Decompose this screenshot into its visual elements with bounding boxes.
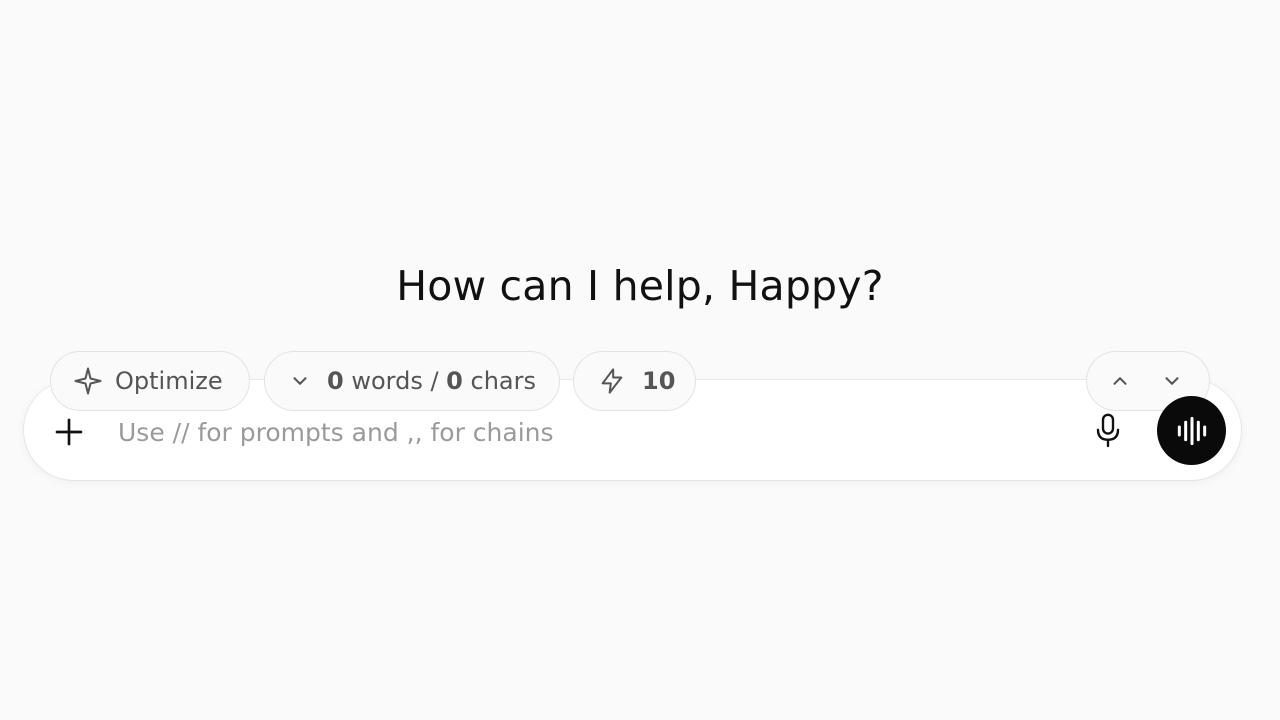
prompt-input[interactable] [118,408,1058,456]
credits-button[interactable]: 10 [573,351,696,411]
chevron-up-icon [1113,377,1127,385]
word-char-count: 0 words / 0 chars [327,367,536,395]
optimize-label: Optimize [115,367,223,395]
char-count-value: 0 [446,367,463,395]
nav-down-button[interactable] [1161,370,1183,392]
add-attachment-button[interactable] [50,413,88,451]
microphone-icon [1096,413,1120,448]
optimize-button[interactable]: Optimize [50,351,250,411]
plus-icon [55,418,83,446]
voice-waveform-icon [1177,416,1206,445]
word-count-toggle[interactable]: 0 words / 0 chars [264,351,560,411]
chevron-down-icon [293,377,307,385]
chars-label: chars [462,367,537,395]
word-count-value: 0 [327,367,344,395]
words-label: words / [343,367,447,395]
sparkle-icon [74,367,102,395]
microphone-button[interactable] [1090,411,1126,451]
credits-count: 10 [642,367,676,395]
voice-mode-button[interactable] [1157,396,1226,465]
nav-up-button[interactable] [1109,370,1131,392]
greeting-heading: How can I help, Happy? [396,262,884,310]
chevron-down-icon [1165,377,1179,385]
app-stage: How can I help, Happy? Optimize 0 words … [0,0,1280,720]
lightning-icon [601,368,623,394]
